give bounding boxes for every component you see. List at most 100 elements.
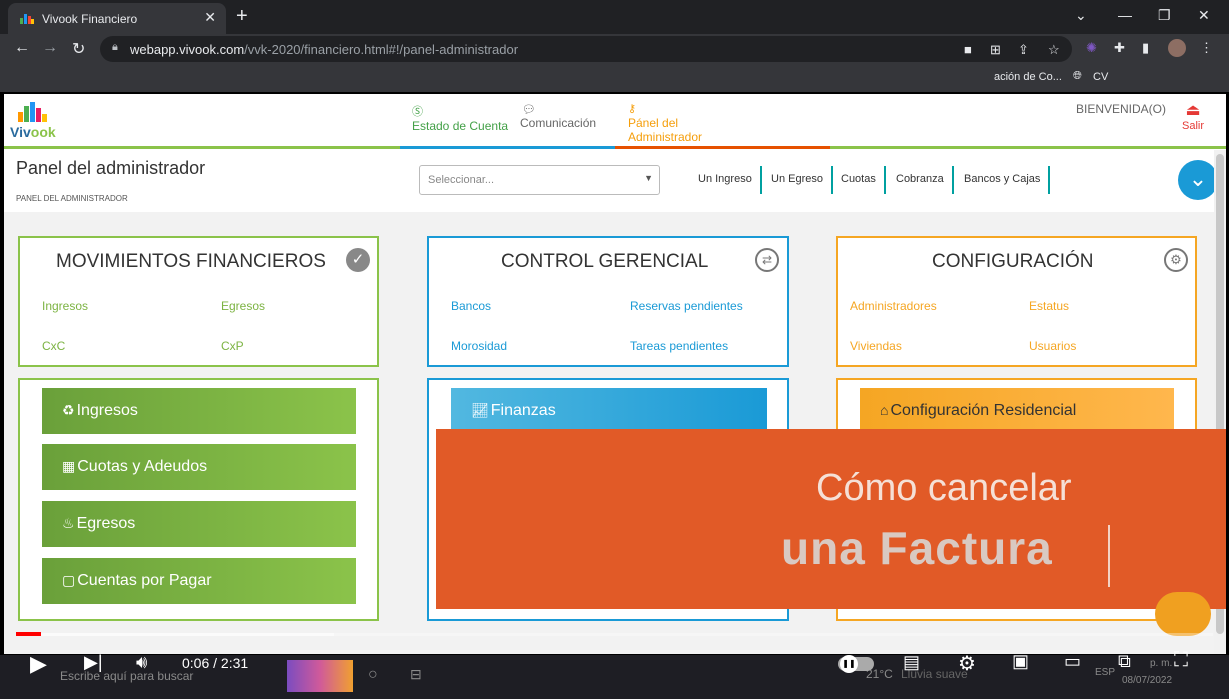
vivook-logo[interactable]: Vivook (8, 98, 60, 146)
card-movimientos: MOVIMIENTOS FINANCIEROS ✓ Ingresos Egres… (18, 236, 379, 367)
chat-bubble-icon[interactable] (1155, 592, 1211, 636)
progress-played (16, 632, 41, 636)
settings-gear-icon[interactable]: ⚙ (958, 651, 976, 676)
card-title: CONFIGURACIÓN (932, 251, 1094, 272)
avatar[interactable] (1168, 39, 1186, 57)
sidepanel-icon[interactable]: ▮ (1142, 40, 1149, 56)
link-reservas[interactable]: Reservas pendientes (630, 299, 743, 313)
page-title: Panel del administrador (16, 158, 206, 178)
chat-icon: 💬︎ (522, 104, 536, 116)
minimize-icon[interactable]: — (1118, 7, 1132, 23)
panel-header: Panel del administrador PANEL DEL ADMINI… (4, 150, 1226, 212)
card-title: CONTROL GERENCIAL (501, 251, 709, 272)
subtitles-icon[interactable]: ▤ (903, 652, 920, 673)
close-window-icon[interactable]: ✕ (1198, 7, 1210, 24)
module-select[interactable]: Seleccionar... ▼ (419, 165, 660, 195)
bookmarks-bar: ación de Co... 🌐︎ CV (0, 64, 1229, 92)
link-tareas[interactable]: Tareas pendientes (630, 339, 728, 353)
next-icon[interactable]: ▶| (84, 652, 103, 673)
nav-underline (400, 146, 615, 149)
tab-title: Vivook Financiero (42, 12, 138, 26)
link-morosidad[interactable]: Morosidad (451, 339, 507, 353)
widgets-icon[interactable]: ⊟ (410, 666, 422, 683)
link-ingresos[interactable]: Ingresos (42, 299, 88, 313)
link-administradores[interactable]: Administradores (850, 299, 937, 313)
forward-icon[interactable]: → (42, 39, 58, 57)
theater-icon[interactable]: ▭ (1064, 651, 1081, 672)
nav-panel-admin[interactable]: ⚷ Pánel del Administrador (628, 102, 702, 144)
chevron-down-icon[interactable]: ⌄ (1075, 7, 1087, 24)
url-text: webapp.vivook.com/vvk-2020/financiero.ht… (130, 42, 519, 57)
lock-icon: 🔒︎ (112, 41, 118, 53)
globe-icon: 🌐︎ (1073, 70, 1082, 82)
language[interactable]: ESP (1095, 667, 1115, 678)
puzzle-icon[interactable]: ✚ (1114, 40, 1125, 56)
browser-tab[interactable]: Vivook Financiero ✕ (8, 3, 226, 34)
link-cxp[interactable]: CxP (221, 339, 244, 353)
quick-link-bancos[interactable]: Bancos y Cajas (956, 166, 1051, 194)
exit-icon: ⏏ (1185, 102, 1201, 119)
task-view-icon[interactable]: ○ (368, 666, 378, 684)
breadcrumb: PANEL DEL ADMINISTRADOR (16, 194, 128, 203)
chevron-down-circle-icon[interactable]: ⌄ (1178, 160, 1218, 200)
link-bancos[interactable]: Bancos (451, 299, 491, 313)
menu-icon[interactable]: ⋮ (1200, 40, 1213, 56)
progress-buffered (16, 633, 334, 636)
link-estatus[interactable]: Estatus (1029, 299, 1069, 313)
nav-underline-active (615, 146, 830, 149)
address-bar[interactable]: 🔒︎ webapp.vivook.com/vvk-2020/financiero… (100, 36, 1072, 62)
nav-estado-cuenta[interactable]: Ⓢ Estado de Cuenta (412, 103, 508, 133)
browser-tab-bar: Vivook Financiero ✕ + ⌄ — ❐ ✕ (0, 0, 1229, 34)
dollar-circle-icon: Ⓢ (412, 106, 423, 118)
document-icon: ▢ (62, 572, 76, 588)
reload-icon[interactable]: ↻ (72, 39, 85, 59)
card-title: MOVIMIENTOS FINANCIEROS (56, 251, 326, 272)
bookmark-item[interactable]: CV (1093, 71, 1108, 83)
translate-icon[interactable]: ⊞ (990, 42, 1001, 58)
overlay-cursor (1108, 525, 1110, 587)
quick-link-egreso[interactable]: Un Egreso (763, 166, 833, 194)
volume-icon[interactable]: 🔊︎ (136, 652, 147, 673)
autoplay-toggle[interactable]: ❚❚ (838, 655, 874, 673)
key-icon: ⚷ (628, 103, 637, 115)
video-frame[interactable]: Vivook Financiero ✕ + ⌄ — ❐ ✕ ← → ↻ 🔒︎ w… (0, 0, 1229, 699)
miniplayer-icon[interactable]: ▣ (1012, 651, 1029, 672)
link-viviendas[interactable]: Viviendas (850, 339, 902, 353)
link-usuarios[interactable]: Usuarios (1029, 339, 1076, 353)
star-icon[interactable]: ☆ (1048, 42, 1060, 58)
link-cxc[interactable]: CxC (42, 339, 65, 353)
egresos-button[interactable]: ♨ Egresos (42, 501, 356, 547)
taskbar-search[interactable]: Escribe aquí para buscar (60, 669, 193, 683)
restore-icon[interactable]: ❐ (1158, 7, 1171, 24)
overlay-line2: una Factura (781, 522, 1053, 574)
quick-link-cuotas[interactable]: Cuotas (833, 166, 886, 194)
logout-button[interactable]: ⏏ Salir (1182, 100, 1204, 132)
extension-icon[interactable]: ✺ (1086, 40, 1097, 56)
overlay-line1: Cómo cancelar (816, 467, 1072, 509)
card-config: CONFIGURACIÓN ⚙ Administradores Estatus … (836, 236, 1197, 367)
cuentas-button[interactable]: ▢ Cuentas por Pagar (42, 558, 356, 604)
bookmark-item[interactable]: ación de Co... (994, 71, 1062, 83)
finanzas-button[interactable]: 📈︎ Finanzas (451, 388, 767, 434)
money-icon: ♻ (62, 402, 75, 418)
fullscreen-icon[interactable]: ⛶ (1174, 649, 1188, 672)
check-circle-icon: ✓ (346, 248, 370, 272)
new-tab-icon[interactable]: + (236, 5, 248, 28)
taskbar-thumbnail[interactable] (287, 660, 353, 692)
camera-icon[interactable]: ■ (964, 42, 972, 57)
cast-icon[interactable]: ⧉ (1118, 651, 1131, 672)
browser-toolbar: ← → ↻ 🔒︎ webapp.vivook.com/vvk-2020/fina… (0, 34, 1229, 64)
cuotas-button[interactable]: ▦ Cuotas y Adeudos (42, 444, 356, 490)
share-icon[interactable]: ⇪ (1018, 42, 1029, 58)
ingresos-button[interactable]: ♻ Ingresos (42, 388, 356, 434)
logo-bars-icon (18, 102, 48, 122)
residencial-button[interactable]: ⌂ Configuración Residencial (860, 388, 1174, 434)
close-tab-icon[interactable]: ✕ (204, 9, 216, 26)
back-icon[interactable]: ← (14, 39, 30, 57)
pause-icon: ❚❚ (840, 655, 858, 673)
quick-link-cobranza[interactable]: Cobranza (888, 166, 954, 194)
quick-link-ingreso[interactable]: Un Ingreso (690, 166, 762, 194)
link-egresos[interactable]: Egresos (221, 299, 265, 313)
nav-comunicacion[interactable]: 💬︎ Comunicación (520, 103, 596, 130)
play-icon[interactable]: ▶ (30, 651, 47, 677)
